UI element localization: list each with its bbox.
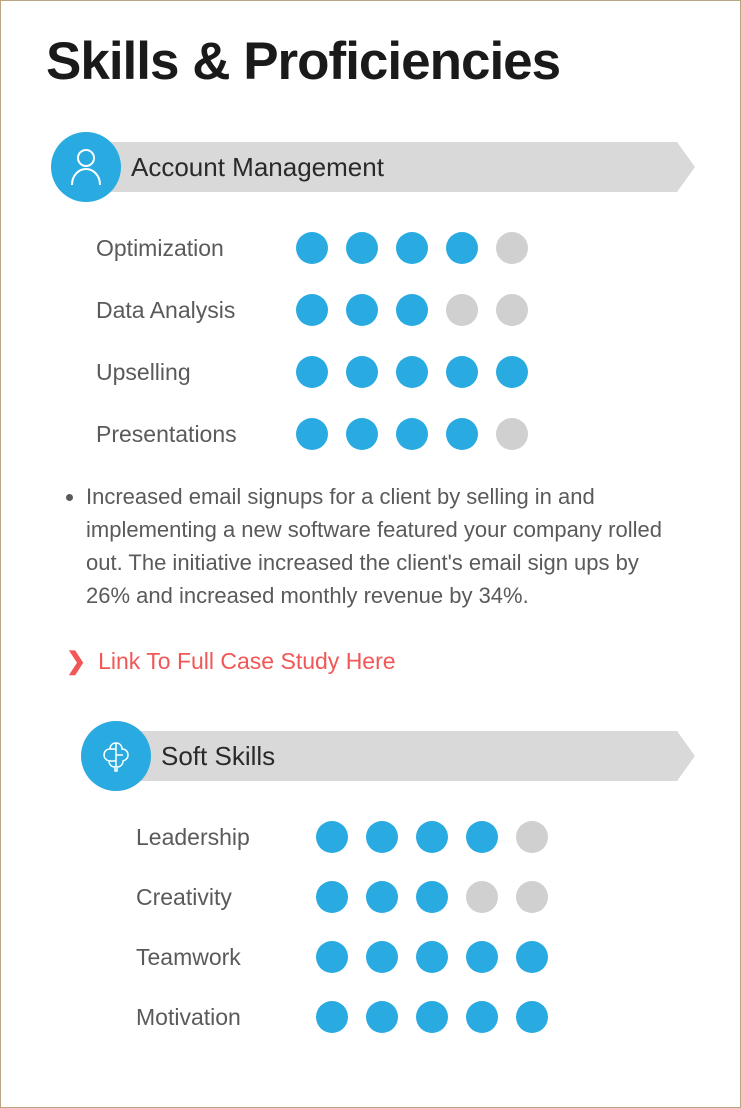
rating-dots — [296, 232, 528, 264]
dot-on — [446, 418, 478, 450]
dot-on — [396, 232, 428, 264]
section-title: Account Management — [131, 152, 384, 183]
skill-label: Creativity — [136, 884, 316, 911]
dot-on — [316, 821, 348, 853]
dot-on — [416, 821, 448, 853]
dot-on — [296, 294, 328, 326]
achievement-text: Increased email signups for a client by … — [86, 480, 675, 612]
skill-row: Teamwork — [136, 941, 695, 973]
skill-label: Motivation — [136, 1004, 316, 1031]
dot-off — [446, 294, 478, 326]
skill-row: Leadership — [136, 821, 695, 853]
skill-label: Teamwork — [136, 944, 316, 971]
dot-off — [466, 881, 498, 913]
dot-on — [366, 1001, 398, 1033]
skill-row: Optimization — [96, 232, 695, 264]
page-title: Skills & Proficiencies — [46, 31, 695, 92]
dot-on — [396, 418, 428, 450]
dot-on — [496, 356, 528, 388]
dot-on — [416, 1001, 448, 1033]
rating-dots — [296, 418, 528, 450]
dot-off — [516, 821, 548, 853]
skill-label: Leadership — [136, 824, 316, 851]
dot-on — [346, 294, 378, 326]
dot-on — [366, 941, 398, 973]
section-title: Soft Skills — [161, 741, 275, 772]
skill-row: Presentations — [96, 418, 695, 450]
dot-on — [316, 1001, 348, 1033]
dot-on — [446, 356, 478, 388]
dot-on — [346, 418, 378, 450]
dot-on — [366, 881, 398, 913]
dot-on — [396, 356, 428, 388]
achievement-bullet: Increased email signups for a client by … — [86, 480, 695, 612]
dot-on — [466, 1001, 498, 1033]
skill-row: Data Analysis — [96, 294, 695, 326]
dot-on — [516, 941, 548, 973]
case-study-link[interactable]: ❯ Link To Full Case Study Here — [66, 647, 695, 676]
brain-icon — [81, 721, 151, 791]
dot-on — [516, 1001, 548, 1033]
section-header-account: Account Management — [51, 132, 695, 202]
dot-on — [396, 294, 428, 326]
dot-on — [446, 232, 478, 264]
rating-dots — [296, 356, 528, 388]
rating-dots — [316, 1001, 548, 1033]
skills-block-soft: Leadership Creativity Teamwork — [136, 821, 695, 1033]
rating-dots — [316, 881, 548, 913]
dot-on — [416, 941, 448, 973]
dot-on — [346, 356, 378, 388]
skill-label: Presentations — [96, 421, 296, 448]
link-text: Link To Full Case Study Here — [98, 648, 395, 675]
dot-off — [496, 418, 528, 450]
section-header-soft: Soft Skills — [81, 721, 695, 791]
rating-dots — [316, 821, 548, 853]
dot-on — [366, 821, 398, 853]
section-banner: Account Management — [101, 142, 695, 192]
chevron-right-icon: ❯ — [66, 647, 86, 676]
skill-row: Motivation — [136, 1001, 695, 1033]
dot-on — [466, 941, 498, 973]
dot-on — [316, 881, 348, 913]
dot-off — [516, 881, 548, 913]
skill-label: Optimization — [96, 235, 296, 262]
skills-block-account: Optimization Data Analysis Upselling — [96, 232, 695, 450]
section-banner: Soft Skills — [131, 731, 695, 781]
dot-off — [496, 294, 528, 326]
rating-dots — [316, 941, 548, 973]
dot-on — [316, 941, 348, 973]
skill-label: Data Analysis — [96, 297, 296, 324]
skill-label: Upselling — [96, 359, 296, 386]
dot-on — [296, 418, 328, 450]
dot-on — [346, 232, 378, 264]
skill-row: Upselling — [96, 356, 695, 388]
dot-on — [296, 356, 328, 388]
user-icon — [51, 132, 121, 202]
dot-on — [416, 881, 448, 913]
skill-row: Creativity — [136, 881, 695, 913]
dot-on — [296, 232, 328, 264]
rating-dots — [296, 294, 528, 326]
dot-on — [466, 821, 498, 853]
dot-off — [496, 232, 528, 264]
